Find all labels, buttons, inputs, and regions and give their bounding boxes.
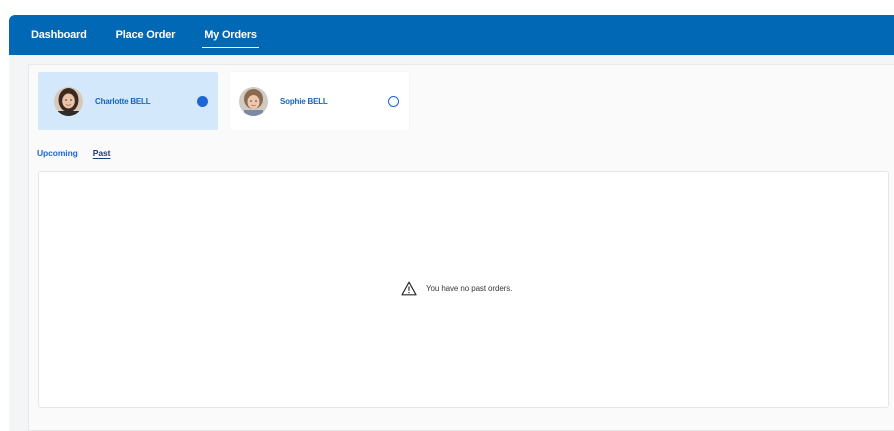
app-frame: Dashboard Place Order My Orders Charlott… [9,15,894,431]
tab-upcoming[interactable]: Upcoming [37,148,78,158]
nav-place-order[interactable]: Place Order [116,15,176,55]
order-tabs: Upcoming Past [37,148,110,158]
empty-state: You have no past orders. [401,281,512,296]
child-card-sophie[interactable]: Sophie BELL [230,72,409,130]
child-radio-selected[interactable] [197,95,208,107]
nav-my-orders[interactable]: My Orders [202,15,259,55]
top-navigation: Dashboard Place Order My Orders [9,15,894,55]
empty-message: You have no past orders. [426,284,513,293]
child-name: Sophie BELL [280,96,328,106]
child-radio-unselected[interactable] [388,95,399,107]
child-name: Charlotte BELL [95,96,151,106]
orders-panel: Charlotte BELL Sophie BELL Upcoming Past… [28,64,894,431]
person-photo-icon [239,86,268,116]
nav-dashboard[interactable]: Dashboard [31,15,87,55]
child-card-charlotte[interactable]: Charlotte BELL [38,72,218,130]
orders-content: You have no past orders. [38,171,889,408]
warning-icon [401,281,417,296]
person-photo-icon [54,86,83,116]
tab-past[interactable]: Past [93,148,111,158]
